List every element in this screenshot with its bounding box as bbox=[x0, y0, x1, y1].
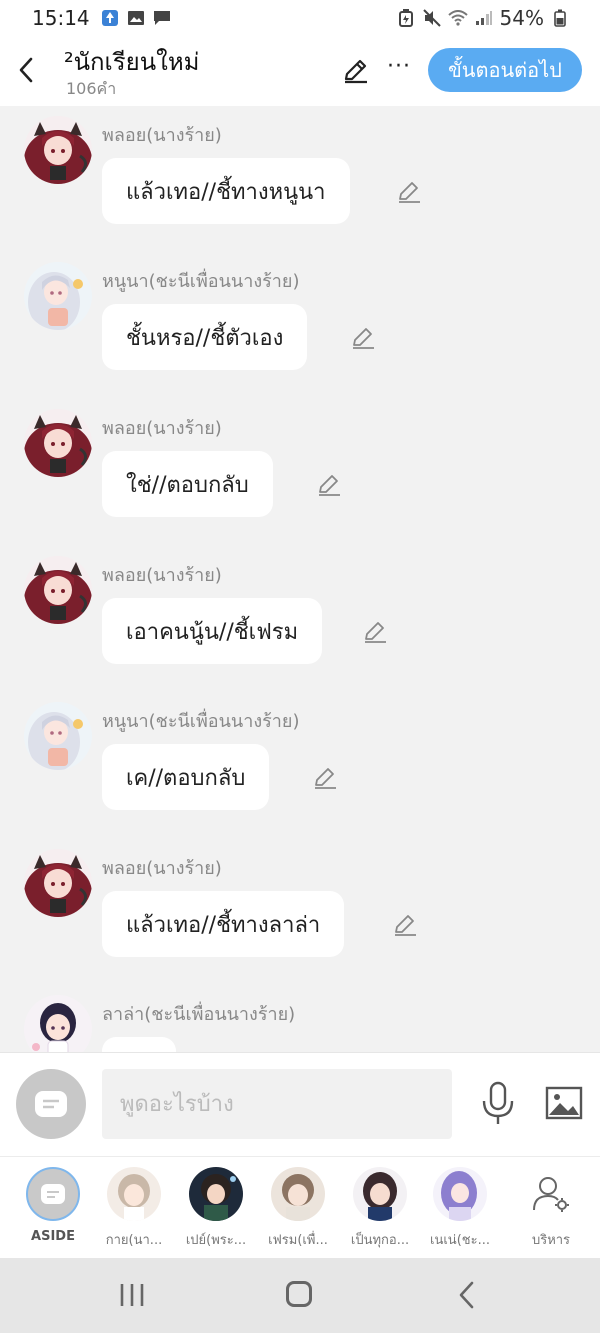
avatar[interactable] bbox=[24, 116, 92, 184]
chat-bubble-icon bbox=[41, 1184, 65, 1204]
battery-icon bbox=[550, 9, 570, 27]
gallery-icon bbox=[126, 9, 146, 27]
user-settings-icon bbox=[533, 1177, 569, 1212]
manage-characters-button[interactable]: บริหาร bbox=[511, 1167, 591, 1255]
character-label: เฟรม(เพื่... bbox=[268, 1233, 328, 1248]
avatar[interactable] bbox=[24, 702, 92, 770]
message-bubble[interactable]: แล้วเทอ//ชี้ทางหนูนา bbox=[102, 158, 350, 224]
status-bar: 15:14 54% bbox=[0, 0, 600, 36]
avatar[interactable] bbox=[24, 849, 92, 917]
avatar bbox=[433, 1167, 487, 1221]
edit-message-icon[interactable] bbox=[312, 764, 338, 790]
character-label: กาย(นา... bbox=[105, 1233, 163, 1248]
speaker-name: ลาล่า(ชะนีเพื่อนนางร้าย) bbox=[102, 1004, 296, 1025]
aside-avatar bbox=[26, 1167, 80, 1221]
character-label: บริหาร bbox=[531, 1233, 571, 1248]
back-icon[interactable] bbox=[456, 1280, 476, 1310]
character-label: เปย์(พระ... bbox=[185, 1233, 247, 1248]
message-bubble[interactable] bbox=[102, 1037, 176, 1052]
battery-saver-icon bbox=[396, 9, 416, 27]
character-item[interactable]: เนเน่(ชะ... bbox=[420, 1167, 500, 1255]
avatar bbox=[107, 1167, 161, 1221]
character-item[interactable]: เฟรม(เพื่... bbox=[258, 1167, 338, 1255]
character-item[interactable]: เป็นทุกอ... bbox=[340, 1167, 420, 1255]
system-navigation-bar bbox=[0, 1258, 600, 1333]
character-label: เป็นทุกอ... bbox=[350, 1233, 410, 1248]
avatar bbox=[271, 1167, 325, 1221]
mute-icon bbox=[422, 9, 442, 27]
insert-image-button[interactable] bbox=[544, 1083, 584, 1123]
status-time: 15:14 bbox=[32, 6, 90, 30]
aside-mode-button[interactable] bbox=[16, 1069, 86, 1139]
message-input[interactable] bbox=[102, 1069, 452, 1139]
edit-message-icon[interactable] bbox=[392, 911, 418, 937]
home-icon[interactable] bbox=[286, 1281, 312, 1307]
character-label: เนเน่(ชะ... bbox=[430, 1233, 490, 1248]
edit-message-icon[interactable] bbox=[350, 324, 376, 350]
word-count: 106คำ bbox=[66, 79, 117, 98]
back-button[interactable] bbox=[12, 52, 40, 88]
avatar[interactable] bbox=[24, 409, 92, 477]
pencil-icon bbox=[344, 59, 367, 84]
speaker-name: หนูนา(ชะนีเพื่อนนางร้าย) bbox=[102, 271, 300, 292]
character-label: ASIDE bbox=[31, 1229, 75, 1244]
chat-message[interactable]: พลอย(นางร้าย) เอาคนนู้น//ชี้เฟรม bbox=[0, 550, 600, 690]
recent-apps-icon[interactable] bbox=[118, 1282, 146, 1308]
character-aside[interactable]: ASIDE bbox=[13, 1167, 93, 1255]
avatar[interactable] bbox=[24, 556, 92, 624]
message-bubble[interactable]: เอาคนนู้น//ชี้เฟรม bbox=[102, 598, 323, 664]
chat-message[interactable]: หนูนา(ชะนีเพื่อนนางร้าย) เค//ตอบกลับ bbox=[0, 696, 600, 836]
message-bubble[interactable]: ใช่//ตอบกลับ bbox=[102, 451, 273, 517]
edit-message-icon[interactable] bbox=[362, 618, 388, 644]
character-item[interactable]: กาย(นา... bbox=[94, 1167, 174, 1255]
manage-icon-wrap bbox=[524, 1167, 578, 1221]
edit-message-icon[interactable] bbox=[396, 178, 422, 204]
header: ²นักเรียนใหม่ 106คำ ··· ขั้นตอนต่อไป bbox=[0, 36, 600, 106]
message-bubble[interactable]: แล้วเทอ//ชี้ทางลาล่า bbox=[102, 891, 345, 957]
chevron-left-icon bbox=[19, 57, 33, 83]
avatar[interactable] bbox=[24, 262, 92, 330]
speaker-name: พลอย(นางร้าย) bbox=[102, 858, 222, 879]
voice-input-button[interactable] bbox=[478, 1081, 518, 1127]
edit-message-icon[interactable] bbox=[316, 471, 342, 497]
speaker-name: พลอย(นางร้าย) bbox=[102, 418, 222, 439]
chat-message[interactable]: พลอย(นางร้าย) แล้วเทอ//ชี้ทางหนูนา bbox=[0, 110, 600, 250]
chat-area[interactable]: พลอย(นางร้าย) แล้วเทอ//ชี้ทางหนูนา หนูนา… bbox=[0, 106, 600, 1052]
avatar[interactable] bbox=[24, 995, 92, 1052]
tree-app-icon bbox=[100, 9, 120, 27]
chat-bubble-icon bbox=[35, 1091, 67, 1117]
message-bubble[interactable]: ชั้นหรอ//ชี้ตัวเอง bbox=[102, 304, 308, 370]
edit-title-button[interactable] bbox=[342, 56, 370, 84]
signal-icon bbox=[474, 9, 494, 27]
speaker-name: พลอย(นางร้าย) bbox=[102, 125, 222, 146]
notification-icons bbox=[100, 9, 172, 27]
microphone-icon bbox=[482, 1081, 514, 1124]
character-item[interactable]: เปย์(พระ... bbox=[176, 1167, 256, 1255]
input-bar bbox=[0, 1052, 600, 1156]
avatar bbox=[189, 1167, 243, 1221]
chat-message[interactable]: ลาล่า(ชะนีเพื่อนนางร้าย) bbox=[0, 989, 600, 1052]
speaker-name: หนูนา(ชะนีเพื่อนนางร้าย) bbox=[102, 711, 300, 732]
message-icon bbox=[152, 9, 172, 27]
status-right: 54% bbox=[396, 6, 570, 30]
speaker-name: พลอย(นางร้าย) bbox=[102, 565, 222, 586]
chat-message[interactable]: พลอย(นางร้าย) ใช่//ตอบกลับ bbox=[0, 403, 600, 543]
more-options-button[interactable]: ··· bbox=[386, 56, 412, 82]
character-bar: ASIDE กาย(นา... เปย์(พระ... เฟรม(เพื่...… bbox=[0, 1156, 600, 1258]
avatar bbox=[353, 1167, 407, 1221]
image-icon bbox=[545, 1086, 583, 1120]
message-bubble[interactable]: เค//ตอบกลับ bbox=[102, 744, 270, 810]
next-step-button[interactable]: ขั้นตอนต่อไป bbox=[428, 48, 582, 92]
battery-percent: 54% bbox=[499, 6, 544, 30]
wifi-icon bbox=[447, 9, 468, 27]
chat-message[interactable]: หนูนา(ชะนีเพื่อนนางร้าย) ชั้นหรอ//ชี้ตัว… bbox=[0, 256, 600, 396]
chat-message[interactable]: พลอย(นางร้าย) แล้วเทอ//ชี้ทางลาล่า bbox=[0, 843, 600, 983]
story-title: ²นักเรียนใหม่ bbox=[64, 48, 200, 76]
